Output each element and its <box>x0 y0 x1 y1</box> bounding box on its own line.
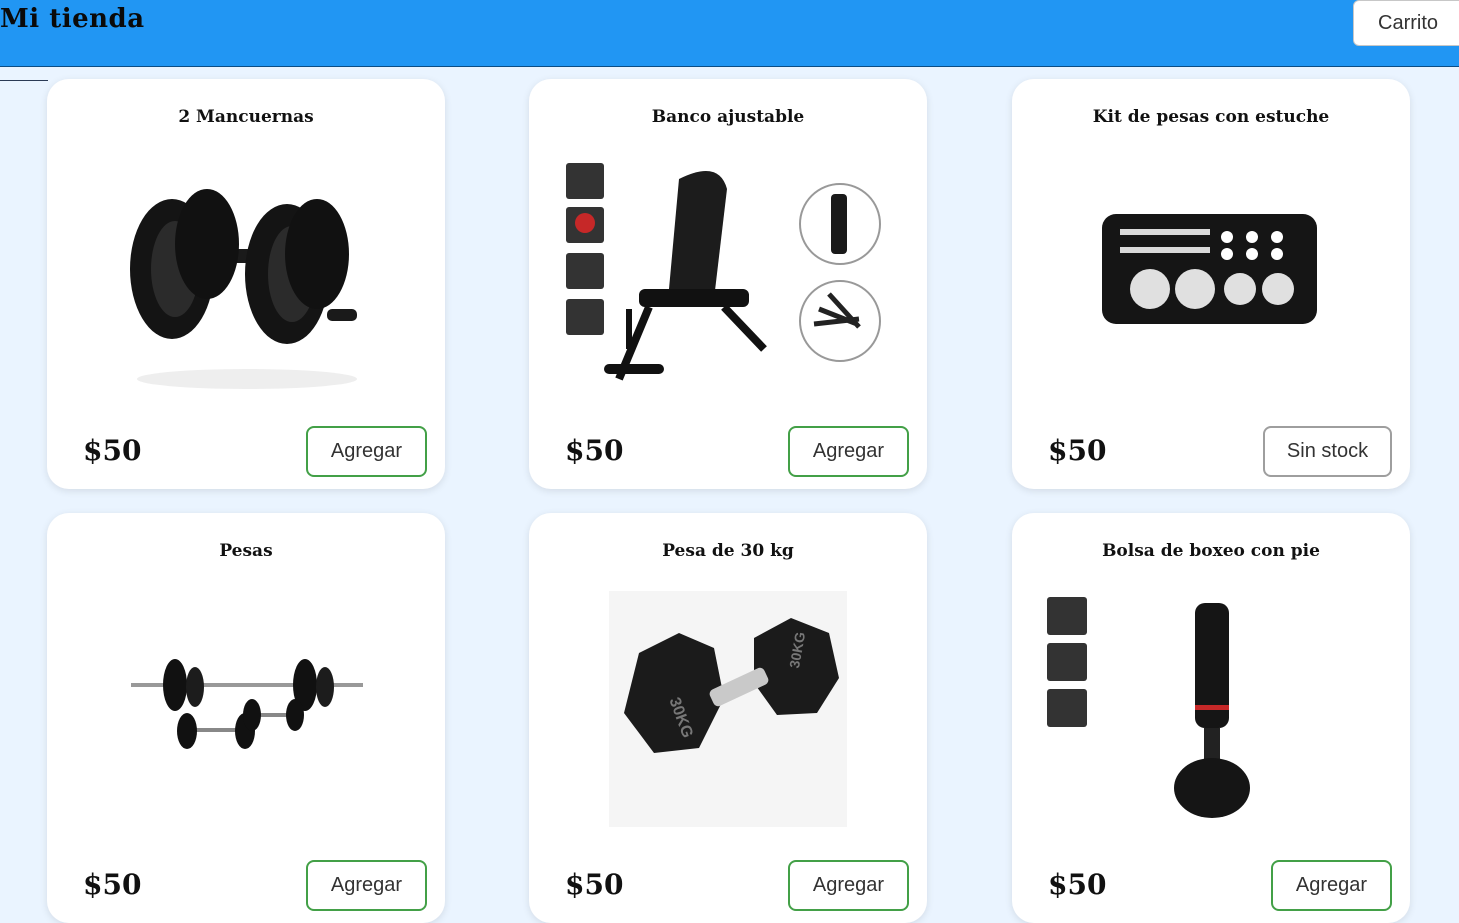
product-image-bench <box>529 149 927 469</box>
cart-button[interactable]: Carrito <box>1353 0 1459 46</box>
product-price: $50 <box>565 434 624 467</box>
add-to-cart-button[interactable]: Agregar <box>306 426 427 477</box>
product-card: Pesas $50 Agregar <box>47 513 445 923</box>
product-card: Bolsa de boxeo con pie $50 Agregar <box>1012 513 1410 923</box>
divider <box>0 80 48 81</box>
product-price: $50 <box>1048 434 1107 467</box>
product-card: 2 Mancuernas $50 Agregar <box>47 79 445 489</box>
add-to-cart-button[interactable]: Agregar <box>788 860 909 911</box>
store-logo[interactable]: Mi tienda <box>0 4 145 34</box>
add-to-cart-button[interactable]: Agregar <box>1271 860 1392 911</box>
product-image-hex-dumbbell: 30KG 30KG <box>529 583 927 903</box>
product-price: $50 <box>83 434 142 467</box>
product-title: Bolsa de boxeo con pie <box>1102 541 1320 561</box>
product-card: Banco ajustable $50 Agregar <box>529 79 927 489</box>
product-price: $50 <box>1048 868 1107 901</box>
top-bar: Mi tienda Carrito <box>0 0 1459 67</box>
product-price: $50 <box>83 868 142 901</box>
product-card: Pesa de 30 kg 30KG 30KG $50 Agregar <box>529 513 927 923</box>
product-title: Kit de pesas con estuche <box>1092 107 1330 127</box>
product-card: Kit de pesas con estuche $50 Sin stock <box>1012 79 1410 489</box>
product-image-dumbbells <box>47 149 445 469</box>
product-title: 2 Mancuernas <box>178 107 314 127</box>
product-title: Banco ajustable <box>651 107 805 127</box>
product-image-boxing-bag <box>1012 583 1410 903</box>
product-image-weights <box>47 583 445 903</box>
product-price: $50 <box>565 868 624 901</box>
product-title: Pesas <box>219 541 273 561</box>
add-to-cart-button[interactable]: Agregar <box>306 860 427 911</box>
product-title: Pesa de 30 kg <box>662 541 794 561</box>
add-to-cart-button[interactable]: Agregar <box>788 426 909 477</box>
out-of-stock-button[interactable]: Sin stock <box>1263 426 1392 477</box>
product-image-weight-kit <box>1012 149 1410 469</box>
